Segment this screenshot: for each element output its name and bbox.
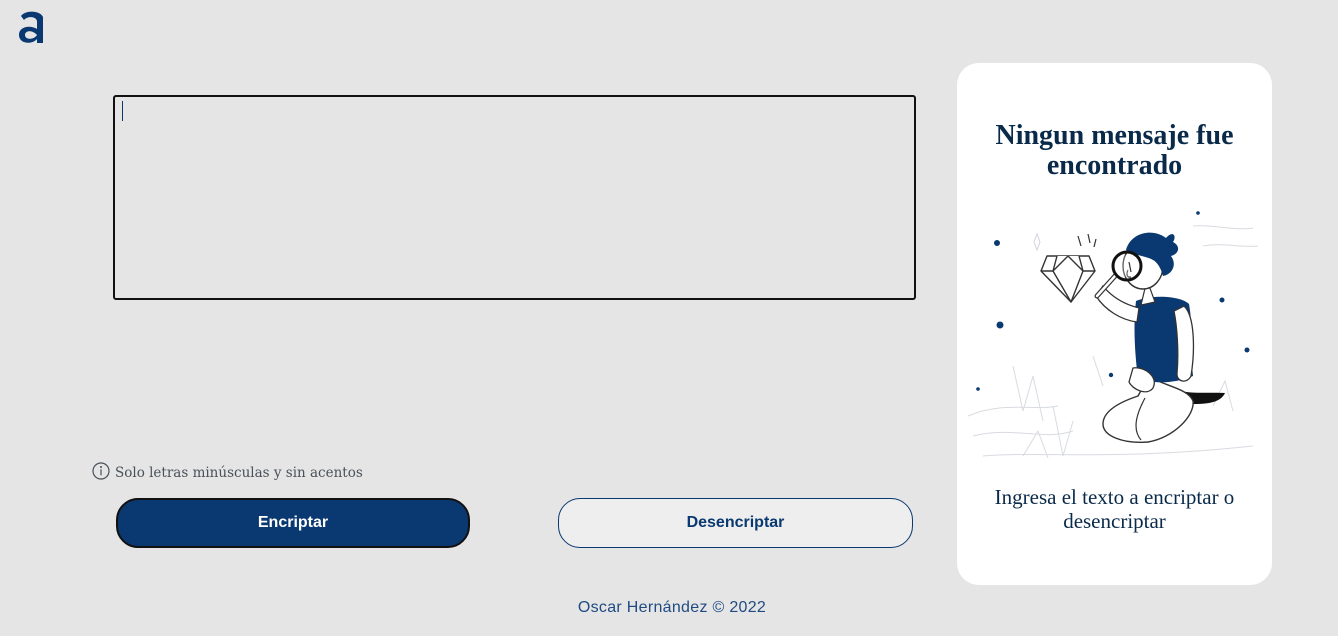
output-panel: Ningun mensaje fue encontrado Ingresa el… <box>957 63 1272 585</box>
person-with-magnifying-glass-illustration <box>967 211 1259 459</box>
hint-text: Solo letras minúsculas y sin acentos <box>115 465 363 481</box>
output-panel-subtitle: Ingresa el texto a encriptar o desencrip… <box>994 485 1235 533</box>
decrypt-button[interactable]: Desencriptar <box>558 498 913 548</box>
decrypt-button-label: Desencriptar <box>686 514 785 531</box>
message-input-container <box>113 95 916 300</box>
input-hint: Solo letras minúsculas y sin acentos <box>92 461 363 481</box>
encrypt-button-label: Encriptar <box>257 514 329 531</box>
info-circle-icon <box>92 462 110 480</box>
encrypt-button[interactable]: Encriptar <box>116 498 470 548</box>
alura-logo-icon <box>19 11 43 43</box>
footer-credit: Oscar Hernández © 2022 <box>577 599 767 616</box>
text-caret <box>122 101 123 121</box>
message-input[interactable] <box>115 97 914 298</box>
output-panel-title: Ningun mensaje fue encontrado <box>995 120 1234 181</box>
